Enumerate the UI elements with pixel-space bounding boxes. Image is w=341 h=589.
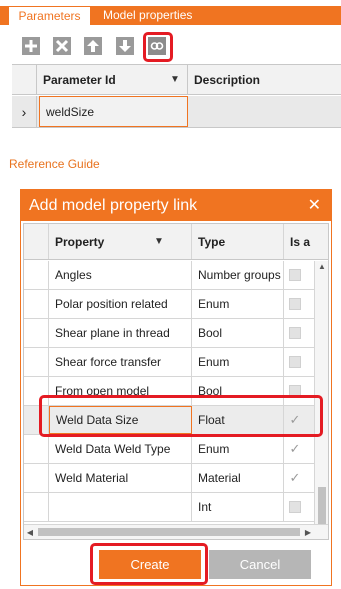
column-header-parameter-id[interactable]: Parameter Id: [37, 65, 188, 94]
scroll-thumb[interactable]: [318, 487, 326, 527]
delete-icon: [55, 39, 69, 53]
add-model-property-link-dialog: Add model property link ✕ Property ▼ Typ…: [20, 189, 332, 586]
column-label: Property: [55, 234, 105, 249]
filter-icon[interactable]: ▼: [170, 74, 180, 85]
type-cell: Material: [192, 464, 284, 492]
checkbox[interactable]: [289, 501, 301, 513]
type-cell: Enum: [192, 348, 284, 376]
property-cell: Angles: [49, 261, 192, 289]
column-label: Type: [198, 234, 226, 249]
property-grid-header: Property ▼ Type Is a: [24, 224, 328, 260]
row-indicator: [24, 348, 49, 376]
type-cell: Enum: [192, 290, 284, 318]
parameter-id-cell[interactable]: weldSize: [39, 96, 188, 127]
column-label: Description: [194, 72, 261, 87]
row-indicator-header: [24, 224, 49, 259]
move-down-icon: [119, 40, 131, 52]
description-cell[interactable]: [188, 96, 341, 127]
checkbox[interactable]: [289, 356, 301, 368]
parameters-grid-header: Parameter Id ▼ Description: [12, 65, 341, 95]
row-indicator: [24, 493, 49, 521]
scroll-thumb[interactable]: [38, 528, 300, 536]
table-row[interactable]: › weldSize: [12, 96, 341, 128]
column-header-property[interactable]: Property: [49, 224, 192, 259]
scroll-right-icon[interactable]: ▶: [302, 525, 314, 539]
type-cell: Enum: [192, 435, 284, 463]
table-row[interactable]: Shear plane in thread Bool: [24, 319, 328, 348]
dialog-title: Add model property link: [21, 190, 331, 221]
table-row[interactable]: Int: [24, 493, 328, 522]
row-indicator: [24, 290, 49, 318]
property-cell: Weld Data Weld Type: [49, 435, 192, 463]
property-cell: Shear force transfer: [49, 348, 192, 376]
checkmark-icon[interactable]: ✓: [289, 471, 301, 484]
filter-icon[interactable]: ▼: [154, 236, 164, 247]
table-row[interactable]: Polar position related Enum: [24, 290, 328, 319]
column-header-description[interactable]: Description: [188, 65, 341, 94]
checkbox[interactable]: [289, 269, 301, 281]
scroll-up-icon[interactable]: ▲: [315, 261, 328, 273]
table-row[interactable]: Angles Number groups: [24, 261, 328, 290]
column-header-is-a[interactable]: Is a: [284, 224, 328, 259]
reference-guide-link[interactable]: Reference Guide: [9, 157, 100, 171]
move-up-button[interactable]: [84, 37, 102, 55]
scroll-left-icon[interactable]: ◀: [24, 525, 36, 539]
table-row[interactable]: Shear force transfer Enum: [24, 348, 328, 377]
parameter-id-value: weldSize: [46, 104, 95, 119]
dialog-title-text: Add model property link: [29, 197, 198, 214]
expand-row-icon[interactable]: ›: [12, 96, 37, 127]
property-cell: [49, 493, 192, 521]
tab-bar: Parameters Model properties: [0, 6, 341, 25]
add-button[interactable]: [22, 37, 40, 55]
delete-button[interactable]: [53, 37, 71, 55]
table-row[interactable]: Weld Data Weld Type Enum ✓: [24, 435, 328, 464]
link-button-highlight: [143, 32, 173, 62]
row-indicator: [24, 261, 49, 289]
create-button-highlight: [90, 543, 208, 585]
checkbox[interactable]: [289, 298, 301, 310]
type-cell: Bool: [192, 319, 284, 347]
checkbox[interactable]: [289, 327, 301, 339]
column-header-type[interactable]: Type: [192, 224, 284, 259]
table-row[interactable]: Weld Material Material ✓: [24, 464, 328, 493]
property-cell: Weld Material: [49, 464, 192, 492]
checkmark-icon[interactable]: ✓: [289, 442, 301, 455]
type-cell: Number groups: [192, 261, 284, 289]
tab-model-properties[interactable]: Model properties: [103, 6, 192, 25]
row-indicator: [24, 464, 49, 492]
column-label: Parameter Id: [43, 72, 116, 87]
horizontal-scrollbar[interactable]: ◀ ▶: [24, 524, 328, 539]
add-icon: [25, 40, 37, 52]
property-cell: Polar position related: [49, 290, 192, 318]
property-grid: Property ▼ Type Is a Angles Number group…: [23, 223, 329, 540]
parameters-grid: Parameter Id ▼ Description › weldSize: [12, 64, 341, 128]
move-up-icon: [87, 40, 99, 52]
close-icon[interactable]: ✕: [308, 190, 321, 221]
cancel-button[interactable]: Cancel: [209, 550, 311, 579]
column-label: Is a: [290, 234, 311, 249]
weld-data-size-highlight: [39, 395, 323, 437]
move-down-button[interactable]: [116, 37, 134, 55]
type-cell: Int: [192, 493, 284, 521]
property-cell: Shear plane in thread: [49, 319, 192, 347]
expander-header: [12, 65, 37, 94]
tab-parameters[interactable]: Parameters: [8, 6, 91, 25]
row-indicator: [24, 435, 49, 463]
row-indicator: [24, 319, 49, 347]
